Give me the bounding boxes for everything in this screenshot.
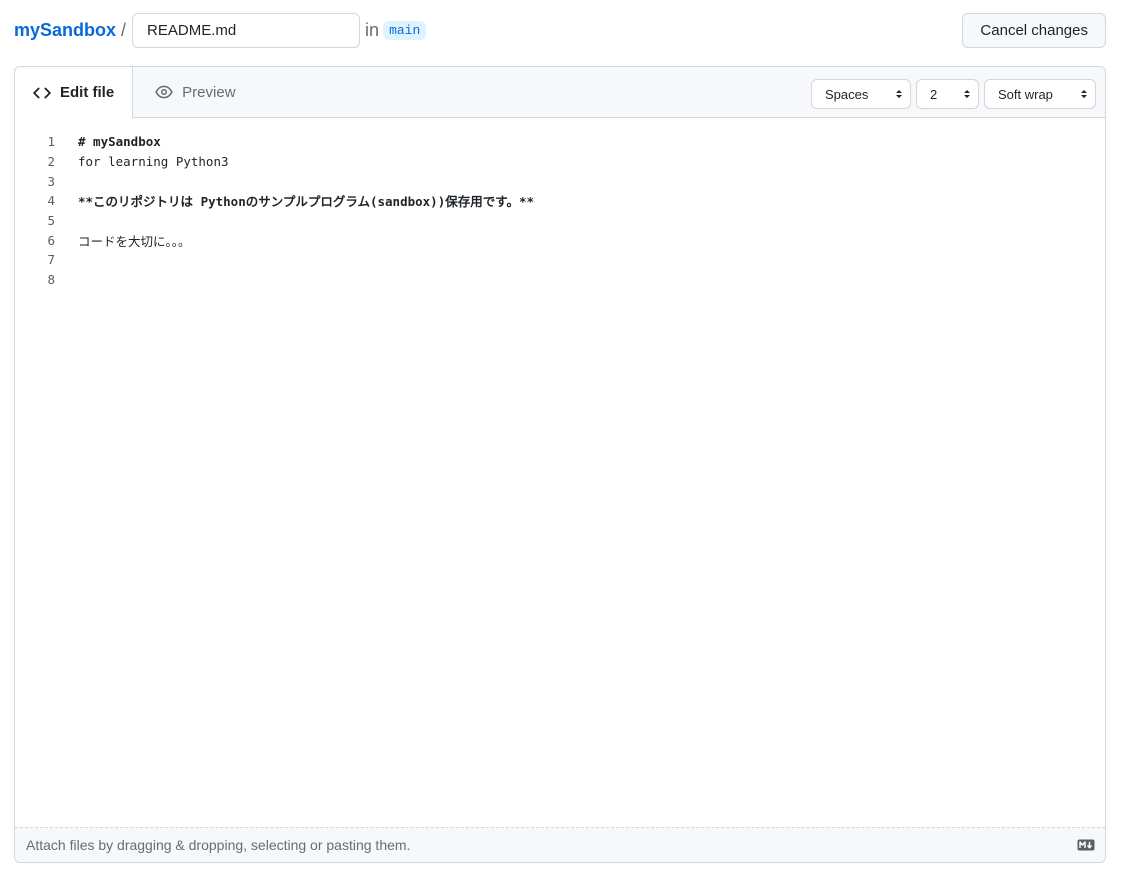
- repo-link[interactable]: mySandbox: [14, 20, 116, 41]
- code-line: 6 コードを大切に。。。: [15, 230, 1105, 250]
- code-line: 2 for learning Python3: [15, 152, 1105, 172]
- in-label: in: [365, 20, 380, 40]
- code-line: 7: [15, 250, 1105, 270]
- indent-size-value: 2: [930, 86, 938, 102]
- line-number: 4: [47, 193, 55, 209]
- code-line: 8: [15, 270, 1105, 290]
- attach-files-text: Attach files by dragging & dropping, sel…: [26, 837, 411, 853]
- indent-size-select[interactable]: 2: [916, 79, 979, 109]
- tab-preview[interactable]: Preview: [133, 67, 253, 117]
- editor-header: Edit file Preview Spaces 2 Soft wrap: [15, 67, 1105, 118]
- code-editor[interactable]: 1 # mySandbox 2 for learning Python3 3 4…: [15, 118, 1105, 290]
- line-number: 6: [47, 232, 55, 248]
- line-text: コードを大切に。。。: [78, 233, 191, 249]
- line-text: # mySandbox: [78, 134, 161, 150]
- breadcrumb-separator: /: [121, 20, 127, 40]
- line-number: 5: [47, 213, 55, 229]
- wrap-mode-select[interactable]: Soft wrap: [984, 79, 1096, 109]
- line-text: for learning Python3: [78, 154, 229, 170]
- file-editor: Edit file Preview Spaces 2 Soft wrap 1 #…: [14, 66, 1106, 863]
- filename-input[interactable]: [132, 13, 361, 48]
- top-bar: mySandbox / in main Cancel changes: [14, 13, 1106, 48]
- code-line: 5: [15, 211, 1105, 231]
- attach-files-bar[interactable]: Attach files by dragging & dropping, sel…: [15, 827, 1105, 862]
- branch-badge: main: [383, 21, 427, 40]
- select-caret-icon: [964, 90, 970, 98]
- tab-edit-file[interactable]: Edit file: [15, 67, 134, 118]
- wrap-mode-value: Soft wrap: [998, 86, 1053, 102]
- line-number: 7: [47, 252, 55, 268]
- code-icon: [33, 87, 51, 98]
- tab-preview-label: Preview: [182, 83, 236, 101]
- line-number: 2: [47, 154, 55, 170]
- editor-controls: Spaces 2 Soft wrap: [811, 79, 1096, 109]
- line-number: 1: [47, 134, 55, 150]
- code-line: 3: [15, 171, 1105, 191]
- line-number: 3: [47, 173, 55, 189]
- line-text: **このリポジトリは Pythonのサンプルプログラム(sandbox))保存用…: [78, 194, 535, 210]
- cancel-changes-button[interactable]: Cancel changes: [962, 13, 1106, 48]
- tab-edit-file-label: Edit file: [60, 84, 115, 101]
- indent-mode-select[interactable]: Spaces: [811, 79, 911, 109]
- indent-mode-value: Spaces: [825, 86, 869, 102]
- markdown-icon[interactable]: [1077, 839, 1095, 851]
- code-line: 1 # mySandbox: [15, 132, 1105, 152]
- code-line: 4 **このリポジトリは Pythonのサンプルプログラム(sandbox))保…: [15, 191, 1105, 211]
- line-number: 8: [47, 272, 55, 288]
- eye-icon: [155, 85, 173, 99]
- select-caret-icon: [1081, 90, 1087, 98]
- select-caret-icon: [896, 90, 902, 98]
